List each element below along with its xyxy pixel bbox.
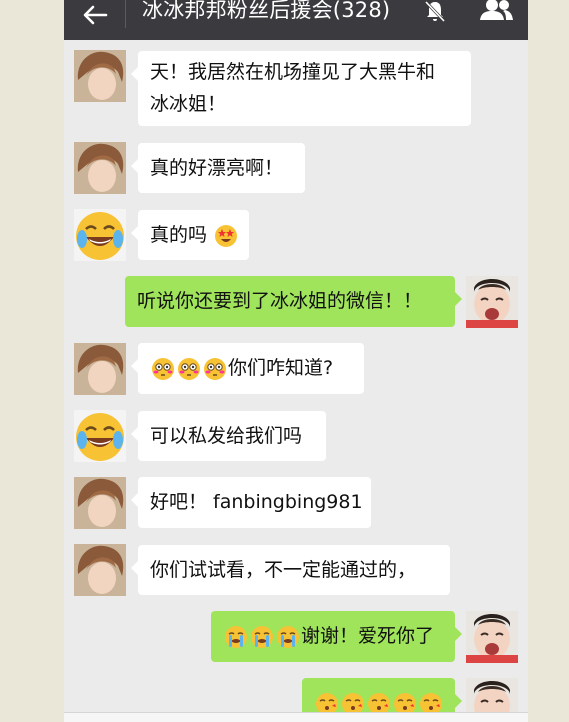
message-bubble[interactable]: 你们咋知道? — [131, 343, 364, 394]
message-text: 你们试试看，不一定能通过的， — [150, 559, 417, 581]
avatar-boy[interactable] — [74, 343, 126, 395]
chat-title: 冰冰邦邦粉丝后援会(328) — [142, 0, 391, 22]
flushed-emoji-icon — [178, 357, 200, 380]
flushed-emoji-icon — [152, 357, 174, 380]
message-bubble-sent[interactable]: 谢谢！爱死你了 — [211, 611, 462, 662]
avatar-boy[interactable] — [74, 142, 126, 194]
avatar-laughing-emoji[interactable] — [74, 209, 126, 261]
group-members-icon[interactable] — [478, 0, 514, 24]
message-text: 天！我居然在机场撞见了大黑牛和 — [150, 61, 436, 83]
message-bubble[interactable]: 好吧！ fanbingbing981 — [131, 477, 371, 528]
arrow-left-icon — [83, 5, 108, 25]
chat-window: 冰冰邦邦粉丝后援会(328) 天！我居然在机场撞见了大黑牛和 冰冰姐！ 真的好漂… — [64, 0, 528, 722]
flushed-emoji-icon — [204, 357, 226, 380]
message-bubble[interactable]: 真的吗 — [131, 210, 249, 260]
message-bubble-sent[interactable]: 听说你还要到了冰冰姐的微信！！ — [125, 276, 462, 327]
avatar-boy[interactable] — [74, 50, 126, 102]
message-text: 冰冰姐！ — [150, 93, 227, 115]
avatar-boy[interactable] — [74, 477, 126, 529]
crying-emoji-icon — [251, 625, 273, 648]
input-bar[interactable] — [64, 712, 528, 722]
crying-emoji-icon — [225, 625, 247, 648]
message-text: 可以私发给我们吗 — [150, 425, 303, 447]
header-bar: 冰冰邦邦粉丝后援会(328) — [64, 0, 528, 40]
header-separator — [125, 0, 126, 28]
back-button[interactable] — [80, 0, 110, 30]
message-bubble[interactable]: 你们试试看，不一定能通过的， — [131, 545, 450, 595]
message-text: 听说你还要到了冰冰姐的微信！！ — [137, 290, 423, 312]
avatar-crying-baby[interactable] — [466, 611, 518, 663]
message-bubble[interactable]: 天！我居然在机场撞见了大黑牛和 冰冰姐！ — [131, 51, 471, 126]
message-text: 真的好漂亮啊！ — [150, 157, 284, 179]
message-text: 谢谢！爱死你了 — [301, 625, 435, 647]
star-struck-emoji-icon — [215, 224, 238, 247]
message-text: 你们咋知道? — [228, 357, 334, 379]
message-bubble[interactable]: 可以私发给我们吗 — [131, 411, 326, 461]
crying-emoji-icon — [277, 625, 299, 648]
avatar-boy[interactable] — [74, 544, 126, 596]
message-text: 真的吗 — [150, 224, 208, 246]
message-text: 好吧！ fanbingbing981 — [150, 491, 363, 513]
bell-muted-icon[interactable] — [422, 0, 448, 24]
avatar-laughing-emoji[interactable] — [74, 410, 126, 462]
avatar-crying-baby[interactable] — [466, 276, 518, 328]
message-bubble[interactable]: 真的好漂亮啊！ — [131, 143, 305, 193]
